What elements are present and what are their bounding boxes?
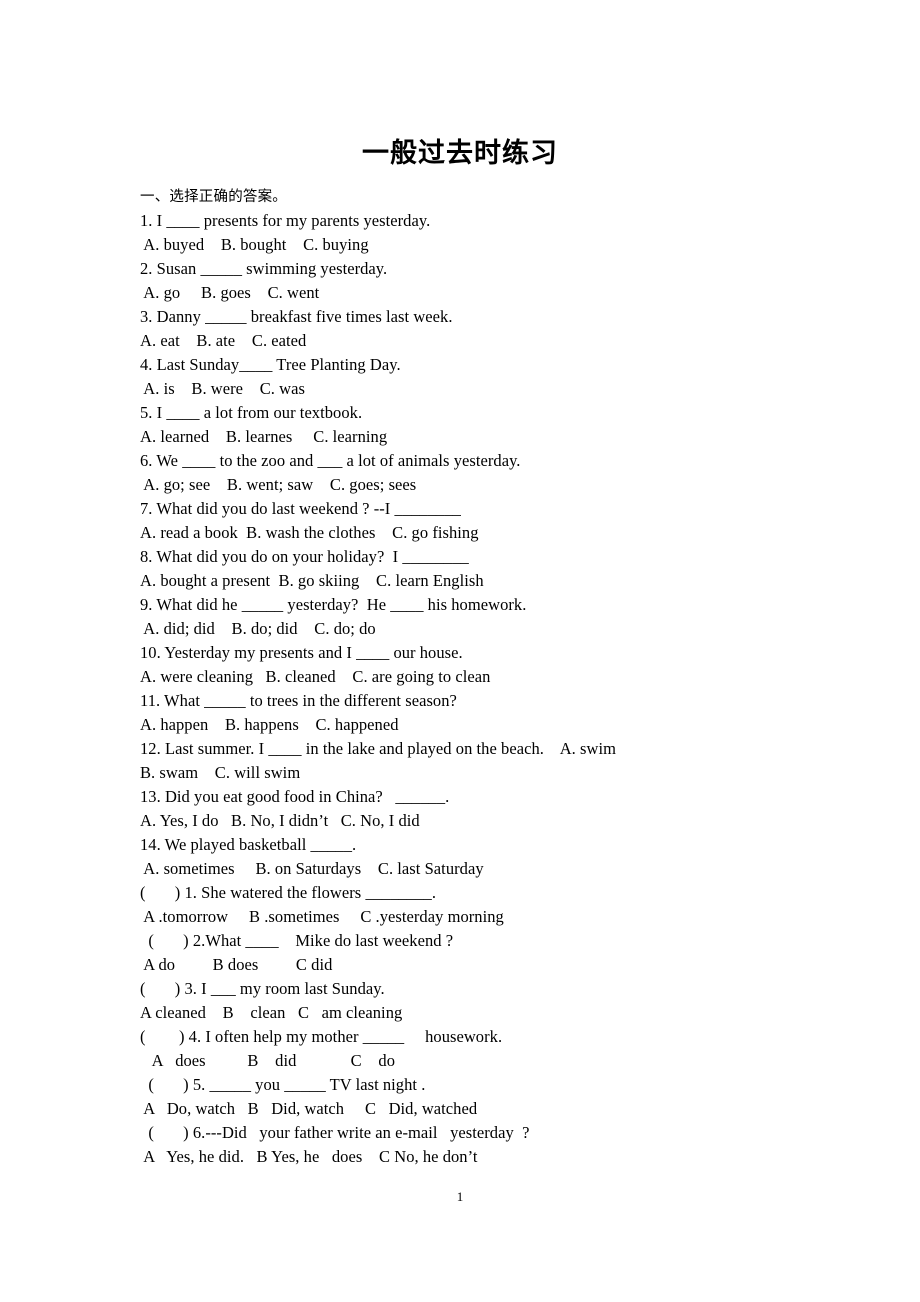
question-line: ( ) 1. She watered the flowers ________. [140,883,437,902]
section-heading: 一、选择正确的答案。 [140,189,287,205]
answer-options-line: A. eat B. ate C. eated [140,331,307,350]
answer-options-line: A. go; see B. went; saw C. goes; sees [140,475,417,494]
page-title: 一般过去时练习 [362,138,558,168]
page-number: 1 [456,1189,464,1204]
answer-options-line: A. bought a present B. go skiing C. lear… [140,571,484,590]
answer-options-line: A does B did C do [140,1051,396,1070]
answer-options-line: A. did; did B. do; did C. do; do [140,619,376,638]
question-line: 12. Last summer. I ____ in the lake and … [140,739,616,758]
answer-options-line: A Do, watch B Did, watch C Did, watched [140,1099,478,1118]
question-line: ( ) 5. _____ you _____ TV last night . [140,1075,426,1094]
answer-options-line: A. sometimes B. on Saturdays C. last Sat… [140,859,484,878]
answer-options-line: A. Yes, I do B. No, I didn’t C. No, I di… [140,811,420,830]
answer-options-line: B. swam C. will swim [140,763,301,782]
question-line: 13. Did you eat good food in China? ____… [140,787,450,806]
worksheet-body: 一、选择正确的答案。 1. I ____ presents for my par… [140,185,840,1169]
answer-options-line: A. were cleaning B. cleaned C. are going… [140,667,491,686]
answer-options-line: A. happen B. happens C. happened [140,715,399,734]
answer-options-line: A cleaned B clean C am cleaning [140,1003,403,1022]
answer-options-line: A do B does C did [140,955,333,974]
answer-options-line: A .tomorrow B .sometimes C .yesterday mo… [140,907,504,926]
answer-options-line: A. go B. goes C. went [140,283,320,302]
question-line: 2. Susan _____ swimming yesterday. [140,259,388,278]
answer-options-line: A. is B. were C. was [140,379,305,398]
question-line: ( ) 3. I ___ my room last Sunday. [140,979,385,998]
question-line: 4. Last Sunday____ Tree Planting Day. [140,355,401,374]
answer-options-line: A. buyed B. bought C. buying [140,235,369,254]
question-line: 5. I ____ a lot from our textbook. [140,403,363,422]
question-line: 3. Danny _____ breakfast five times last… [140,307,453,326]
question-line: ( ) 6.---Did your father write an e-mail… [140,1123,530,1142]
question-line: ( ) 4. I often help my mother _____ hous… [140,1027,503,1046]
question-line: 11. What _____ to trees in the different… [140,691,457,710]
question-line: 1. I ____ presents for my parents yester… [140,211,431,230]
question-line: 14. We played basketball _____. [140,835,357,854]
question-line: 9. What did he _____ yesterday? He ____ … [140,595,527,614]
question-line: 8. What did you do on your holiday? I __… [140,547,469,566]
answer-options-line: A. read a book B. wash the clothes C. go… [140,523,479,542]
answer-options-line: A. learned B. learnes C. learning [140,427,388,446]
question-line: 6. We ____ to the zoo and ___ a lot of a… [140,451,521,470]
question-line: 10. Yesterday my presents and I ____ our… [140,643,463,662]
question-line: 7. What did you do last weekend ? --I __… [140,499,461,518]
question-list: 1. I ____ presents for my parents yester… [140,209,840,1169]
answer-options-line: A Yes, he did. B Yes, he does C No, he d… [140,1147,478,1166]
question-line: ( ) 2.What ____ Mike do last weekend ? [140,931,454,950]
document-page: 一般过去时练习 一、选择正确的答案。 1. I ____ presents fo… [0,0,920,1302]
